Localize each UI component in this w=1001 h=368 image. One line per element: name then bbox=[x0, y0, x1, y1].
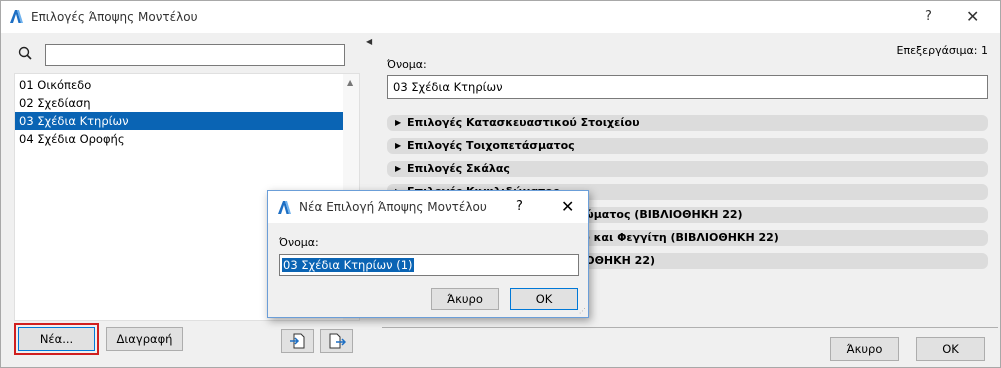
expand-icon: ▶ bbox=[395, 141, 402, 150]
ok-button[interactable]: OK bbox=[916, 337, 985, 361]
divider bbox=[382, 327, 998, 328]
list-item[interactable]: 01 Οικόπεδο bbox=[15, 76, 345, 94]
dialog-cancel-button[interactable]: Άκυρο bbox=[431, 288, 499, 310]
expand-icon: ▶ bbox=[395, 118, 402, 127]
section-curtain-wall[interactable]: ▶ Επιλογές Τοιχοπετάσματος bbox=[387, 138, 988, 154]
search-input[interactable] bbox=[45, 44, 345, 66]
collapse-left-icon[interactable]: ◀ bbox=[366, 37, 372, 46]
cancel-button[interactable]: Άκυρο bbox=[830, 337, 899, 361]
export-icon bbox=[329, 333, 346, 349]
delete-button[interactable]: Διαγραφή bbox=[106, 327, 183, 351]
search-icon bbox=[18, 46, 32, 60]
window-title: Επιλογές Άποψης Μοντέλου bbox=[31, 10, 198, 24]
list-item[interactable]: 04 Σχέδια Οροφής bbox=[15, 130, 345, 148]
dialog-close-button[interactable]: ✕ bbox=[561, 197, 574, 216]
close-button[interactable]: ✕ bbox=[966, 7, 979, 26]
model-view-options-window: Επιλογές Άποψης Μοντέλου ? ✕ 01 Οικόπεδο… bbox=[0, 0, 1001, 368]
dialog-name-label: Όνομα: bbox=[279, 236, 319, 249]
new-view-option-dialog: Νέα Επιλογή Άποψης Μοντέλου ? ✕ Όνομα: 0… bbox=[267, 190, 589, 318]
new-button[interactable]: Νέα... bbox=[18, 327, 95, 351]
section-stair[interactable]: ▶ Επιλογές Σκάλας bbox=[387, 161, 988, 177]
export-button[interactable] bbox=[320, 329, 353, 353]
dialog-name-value: 03 Σχέδια Κτηρίων (1) bbox=[282, 258, 414, 272]
edit-status: Επεξεργάσιμα: 1 bbox=[896, 44, 989, 57]
import-button[interactable] bbox=[281, 329, 314, 353]
dialog-title: Νέα Επιλογή Άποψης Μοντέλου bbox=[299, 200, 487, 214]
dialog-ok-button[interactable]: OK bbox=[510, 288, 578, 310]
import-icon bbox=[289, 333, 304, 349]
list-item-selected[interactable]: 03 Σχέδια Κτηρίων bbox=[15, 112, 345, 130]
name-field[interactable]: 03 Σχέδια Κτηρίων bbox=[387, 75, 988, 99]
scroll-up-icon[interactable]: ▲ bbox=[347, 78, 353, 87]
dialog-title-bar: Νέα Επιλογή Άποψης Μοντέλου ? ✕ bbox=[268, 191, 588, 223]
dialog-help-button[interactable]: ? bbox=[516, 199, 523, 214]
expand-icon: ▶ bbox=[395, 164, 402, 173]
dialog-name-input[interactable]: 03 Σχέδια Κτηρίων (1) bbox=[279, 254, 579, 276]
list-item[interactable]: 02 Σχεδίαση bbox=[15, 94, 345, 112]
section-building-element[interactable]: ▶ Επιλογές Κατασκευαστικού Στοιχείου bbox=[387, 115, 988, 131]
resize-grip-icon[interactable]: ⋰ bbox=[579, 307, 586, 315]
title-bar: Επιλογές Άποψης Μοντέλου ? ✕ bbox=[1, 1, 1000, 33]
archicad-app-icon bbox=[278, 201, 291, 214]
help-button[interactable]: ? bbox=[925, 9, 932, 24]
name-label: Όνομα: bbox=[387, 58, 427, 71]
archicad-app-icon bbox=[10, 10, 23, 23]
